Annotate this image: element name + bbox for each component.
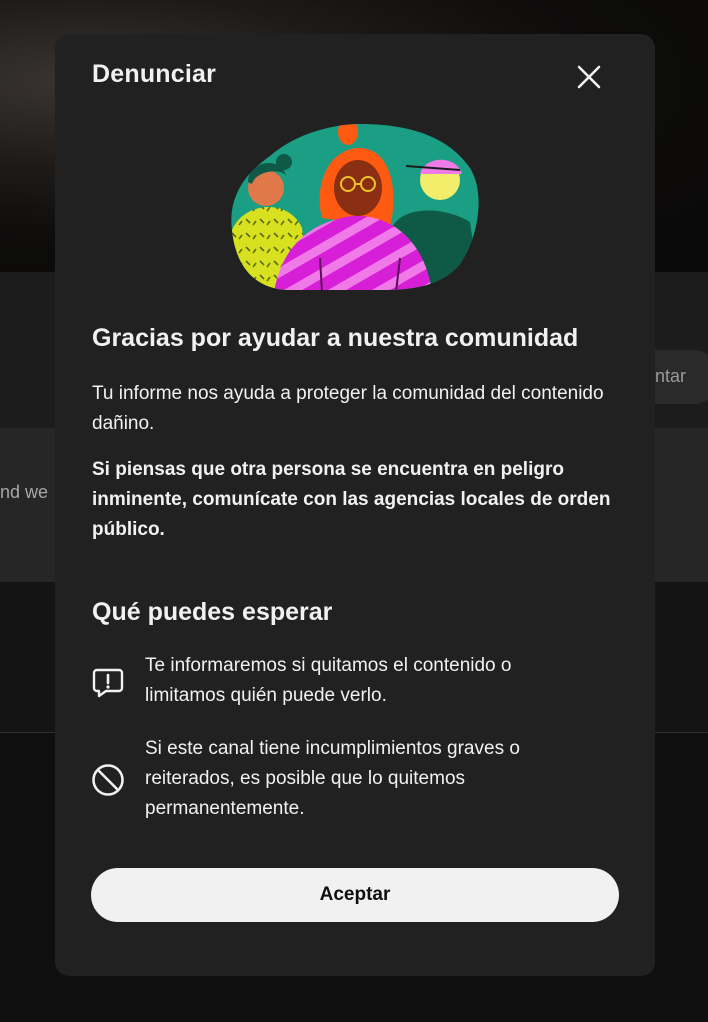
background-action-label: ntar (655, 366, 687, 386)
expect-item-text: Te informaremos si quitamos el contenido… (145, 655, 512, 706)
background-description-text: nd we (0, 482, 49, 502)
report-alert-icon (92, 668, 124, 698)
danger-warning-paragraph: Si piensas que otra persona se encuentra… (92, 459, 611, 540)
block-icon (92, 764, 124, 796)
close-button[interactable] (570, 58, 608, 96)
thanks-heading: Gracias por ayudar a nuestra comunidad (92, 324, 579, 352)
accept-button[interactable]: Aceptar (91, 868, 619, 922)
close-icon (577, 65, 601, 89)
report-dialog: Denunciar Gracias por ayudar a nuestra c… (55, 34, 655, 976)
info-paragraph: Tu informe nos ayuda a proteger la comun… (92, 383, 604, 434)
community-people-illustration (231, 124, 479, 290)
expect-heading: Qué puedes esperar (92, 598, 333, 626)
expect-item-text: Si este canal tiene incumplimientos grav… (145, 738, 520, 819)
dialog-title: Denunciar (92, 60, 217, 88)
